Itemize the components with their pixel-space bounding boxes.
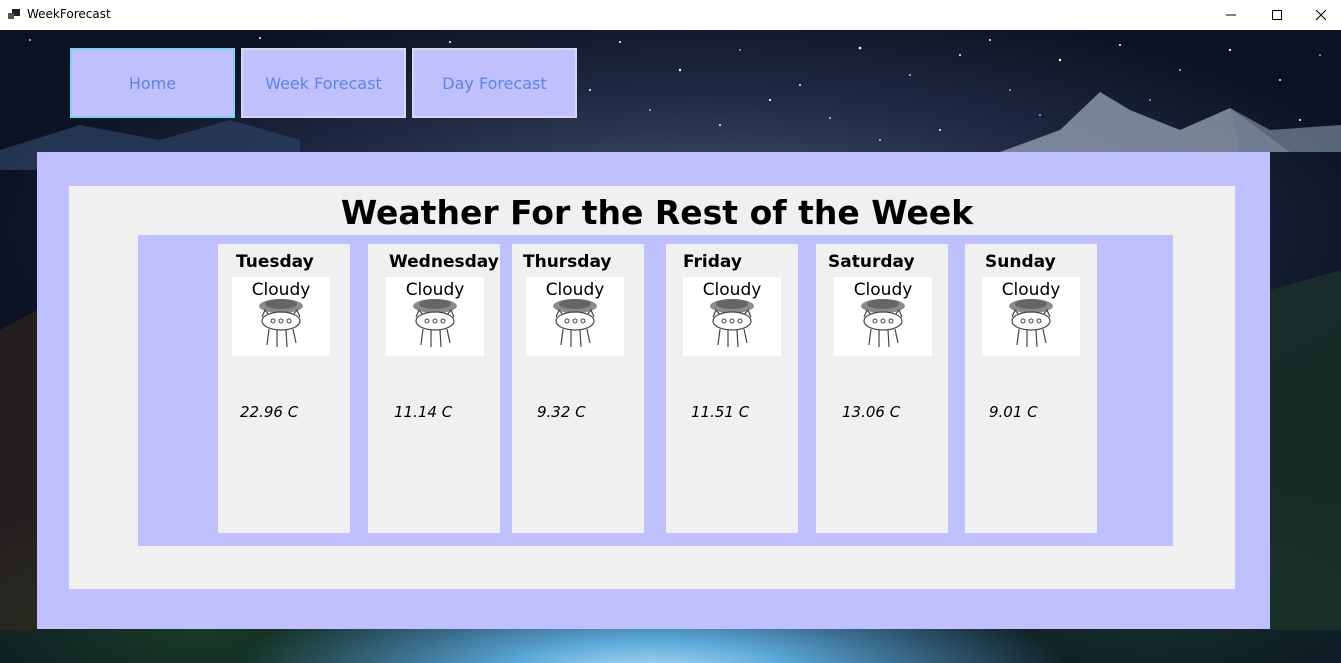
cloudy-cat-icon bbox=[710, 299, 754, 348]
temperature-label: 9.01 C bbox=[989, 403, 1038, 421]
window-titlebar: WeekForecast bbox=[0, 0, 1341, 30]
app-window-icon bbox=[8, 9, 20, 21]
maximize-button[interactable] bbox=[1254, 0, 1300, 30]
day-name: Saturday bbox=[828, 252, 915, 272]
page-title: Weather For the Rest of the Week bbox=[340, 193, 974, 232]
window-title: WeekForecast bbox=[27, 7, 111, 21]
temperature-label: 13.06 C bbox=[842, 403, 901, 421]
condition-image: Cloudy bbox=[683, 277, 781, 356]
home-button[interactable]: Home bbox=[70, 48, 235, 118]
minimize-icon bbox=[1226, 14, 1236, 16]
cloudy-cat-icon bbox=[413, 299, 457, 348]
condition-image: Cloudy bbox=[982, 277, 1080, 356]
condition-image: Cloudy bbox=[526, 277, 624, 356]
day-name: Friday bbox=[683, 252, 742, 272]
close-icon bbox=[1315, 9, 1327, 21]
condition-image: Cloudy bbox=[386, 277, 484, 356]
condition-image: Cloudy bbox=[232, 277, 330, 356]
day-name: Thursday bbox=[523, 252, 612, 272]
temperature-label: 9.32 C bbox=[537, 403, 586, 421]
cloudy-cat-icon bbox=[553, 299, 597, 348]
temperature-label: 11.51 C bbox=[691, 403, 750, 421]
maximize-icon bbox=[1272, 10, 1282, 20]
temperature-label: 11.14 C bbox=[394, 403, 453, 421]
cloudy-cat-icon bbox=[1009, 299, 1053, 348]
day-name: Sunday bbox=[985, 252, 1056, 272]
day-name: Wednesday bbox=[389, 252, 499, 272]
day-name: Tuesday bbox=[236, 252, 314, 272]
minimize-button[interactable] bbox=[1208, 0, 1254, 30]
cloudy-cat-icon bbox=[861, 299, 905, 348]
cloudy-cat-icon bbox=[259, 299, 303, 348]
condition-image: Cloudy bbox=[834, 277, 932, 356]
week-forecast-button[interactable]: Week Forecast bbox=[241, 48, 406, 118]
day-forecast-button[interactable]: Day Forecast bbox=[412, 48, 577, 118]
close-button[interactable] bbox=[1298, 0, 1341, 30]
temperature-label: 22.96 C bbox=[240, 403, 299, 421]
